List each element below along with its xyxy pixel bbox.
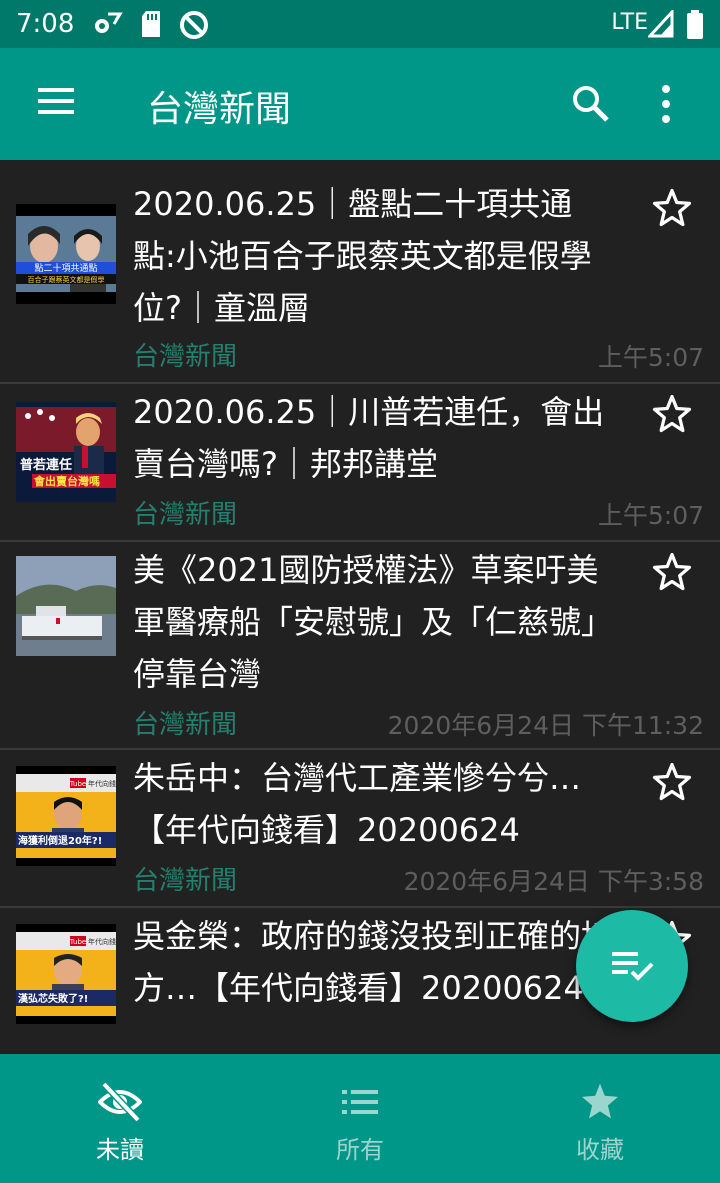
news-time: 上午5:07 (597, 501, 704, 530)
news-headline: 2020.06.25｜川普若連任，會出賣台灣嗎?｜邦邦講堂 (133, 393, 605, 483)
nav-favorites[interactable]: 收藏 (480, 1054, 720, 1183)
nav-all[interactable]: 所有 (240, 1054, 480, 1183)
nav-label: 未讀 (96, 1136, 144, 1164)
visibility-off-icon (98, 1081, 142, 1123)
nav-unread[interactable]: 未讀 (0, 1054, 240, 1183)
nav-label: 所有 (336, 1136, 384, 1164)
signal-icon (648, 10, 674, 38)
thumbnail-caption: 會出賣台灣嗎 (34, 474, 100, 488)
mark-all-read-button[interactable] (576, 910, 688, 1022)
thumbnail-badge: Tube (69, 780, 86, 788)
news-headline: 2020.06.25｜盤點二十項共通點:小池百合子跟蔡英文都是假學位?｜童溫層 (133, 185, 592, 327)
news-headline: 吳金榮：政府的錢沒投到正確的地方…【年代向錢看】20200624 (133, 917, 614, 1007)
news-thumbnail: 普若連任 會出賣台灣嗎 (16, 402, 116, 502)
app-title: 台灣新聞 (147, 89, 292, 130)
playlist-check-icon (612, 952, 654, 981)
do-not-disturb-icon (180, 11, 208, 39)
news-thumbnail: Tube 年代向錢 海獲利倒退20年?! (16, 766, 116, 866)
news-headline: 朱岳中：台灣代工產業慘兮兮…【年代向錢看】20200624 (133, 759, 582, 849)
news-item[interactable]: 美《2021國防授權法》草案吁美軍醫療船「安慰號」及「仁慈號」停靠台灣 台灣新聞… (0, 542, 720, 750)
news-source: 台灣新聞 (133, 866, 238, 896)
news-time: 2020年6月24日 下午3:58 (403, 867, 704, 896)
news-thumbnail: 點二十項共通點 百合子跟蔡英文都是假學 (16, 204, 116, 304)
thumbnail-caption: 普若連任 (20, 457, 72, 473)
list-icon (342, 1090, 378, 1114)
star-outline-icon[interactable] (650, 186, 694, 230)
network-type: LTE (611, 10, 648, 35)
more-vert-icon[interactable] (660, 84, 672, 124)
nav-label: 收藏 (576, 1136, 624, 1164)
news-thumbnail (16, 556, 116, 656)
news-source: 台灣新聞 (133, 342, 238, 372)
news-source: 台灣新聞 (133, 710, 238, 740)
battery-icon (687, 10, 703, 39)
status-time: 7:08 (16, 9, 75, 39)
status-bar: 7:08 LTE (0, 0, 720, 48)
star-icon (582, 1083, 618, 1119)
menu-icon[interactable] (36, 86, 76, 116)
star-outline-icon[interactable] (650, 550, 694, 594)
thumbnail-caption: 年代向錢 (88, 937, 116, 946)
sd-card-icon (142, 11, 160, 37)
news-thumbnail: Tube 年代向錢 漢弘芯失敗了?! (16, 924, 116, 1024)
thumbnail-caption: 年代向錢 (88, 779, 116, 788)
thumbnail-caption: 點二十項共通點 (34, 262, 97, 274)
news-item[interactable]: 點二十項共通點 百合子跟蔡英文都是假學 2020.06.25｜盤點二十項共通點:… (0, 160, 720, 384)
star-outline-icon[interactable] (650, 760, 694, 804)
bottom-navigation: 未讀 所有 收藏 (0, 1054, 720, 1183)
thumbnail-caption: 漢弘芯失敗了?! (18, 992, 88, 1005)
news-item[interactable]: Tube 年代向錢 海獲利倒退20年?! 朱岳中：台灣代工產業慘兮兮…【年代向錢… (0, 750, 720, 908)
star-outline-icon[interactable] (650, 392, 694, 436)
app-bar: 台灣新聞 (0, 48, 720, 160)
thumbnail-caption: 海獲利倒退20年?! (18, 834, 102, 847)
settings-sync-icon (95, 12, 123, 33)
search-icon[interactable] (570, 83, 612, 125)
thumbnail-caption: 百合子跟蔡英文都是假學 (28, 275, 105, 284)
news-item[interactable]: 普若連任 會出賣台灣嗎 2020.06.25｜川普若連任，會出賣台灣嗎?｜邦邦講… (0, 384, 720, 542)
thumbnail-badge: Tube (69, 938, 86, 946)
news-source: 台灣新聞 (133, 500, 238, 530)
news-time: 2020年6月24日 下午11:32 (387, 711, 704, 740)
news-time: 上午5:07 (597, 343, 704, 372)
news-headline: 美《2021國防授權法》草案吁美軍醫療船「安慰號」及「仁慈號」停靠台灣 (133, 551, 614, 693)
